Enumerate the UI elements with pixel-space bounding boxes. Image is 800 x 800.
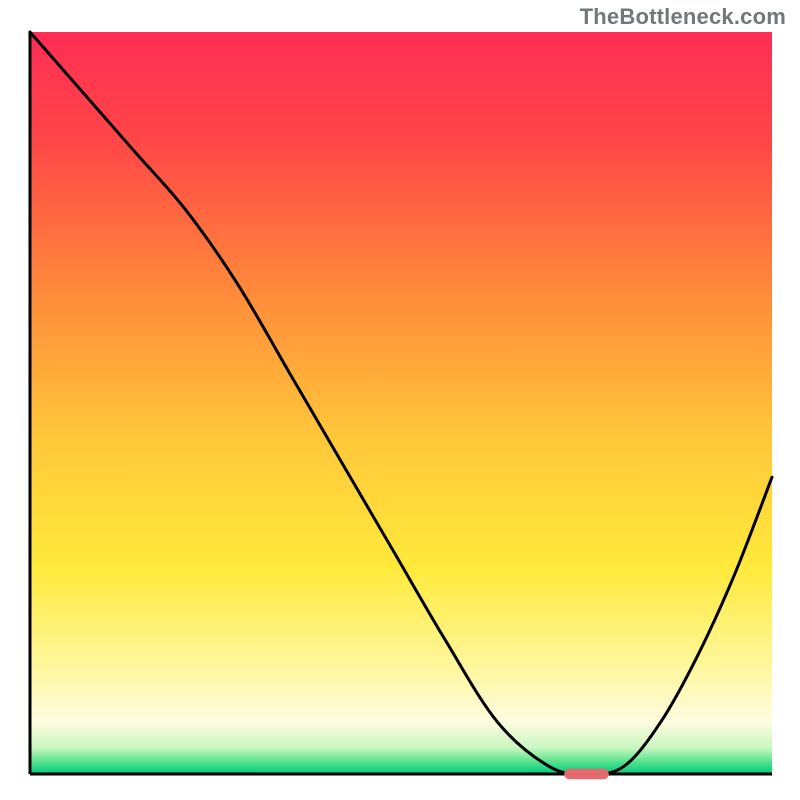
- chart-container: TheBottleneck.com: [0, 0, 800, 800]
- optimum-marker: [564, 769, 609, 779]
- bottleneck-chart: [0, 0, 800, 800]
- plot-background: [30, 32, 772, 774]
